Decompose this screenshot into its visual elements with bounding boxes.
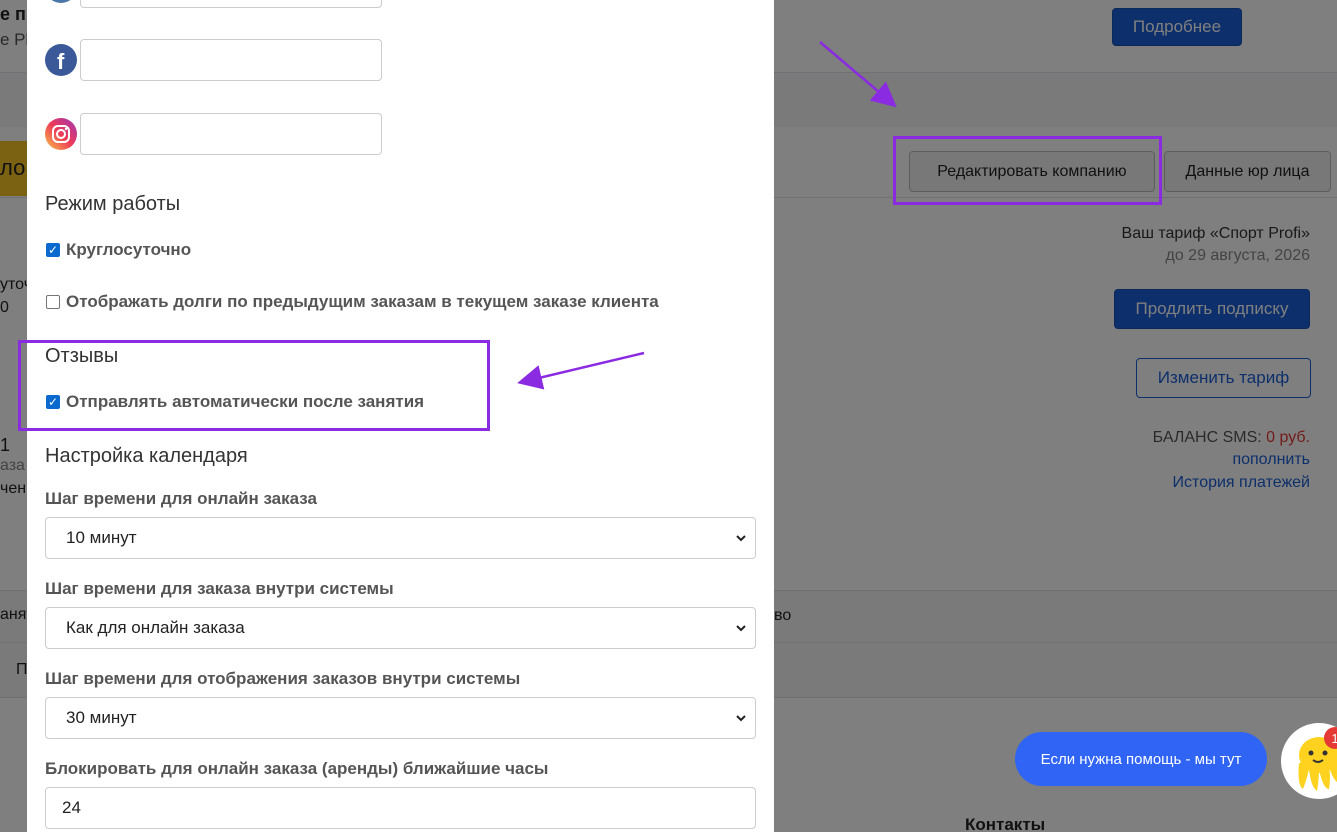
- social-link-input[interactable]: [80, 0, 382, 8]
- calendar-title: Настройка календаря: [45, 445, 248, 467]
- online-step-label: Шаг времени для онлайн заказа: [45, 489, 317, 508]
- block-hours-input[interactable]: 24: [45, 787, 756, 829]
- online-step-select[interactable]: 10 минут: [45, 517, 756, 559]
- show-debts-checkbox[interactable]: [46, 295, 60, 309]
- facebook-icon: f: [45, 44, 77, 76]
- annotation-highlight-edit-company: [893, 136, 1162, 205]
- work-mode-title: Режим работы: [45, 193, 181, 215]
- instagram-link-input[interactable]: [80, 113, 382, 155]
- help-chat-bubble[interactable]: Если нужна помощь - мы тут: [1015, 732, 1267, 786]
- around-the-clock-checkbox[interactable]: ✓: [46, 243, 60, 257]
- internal-step-value: Как для онлайн заказа: [66, 618, 245, 637]
- online-step-value: 10 минут: [66, 528, 137, 547]
- internal-step-select[interactable]: Как для онлайн заказа: [45, 607, 756, 649]
- show-debts-label: Отображать долги по предыдущим заказам в…: [66, 292, 659, 311]
- around-the-clock-row[interactable]: ✓ Круглосуточно: [46, 240, 191, 260]
- internal-step-label: Шаг времени для заказа внутри системы: [45, 579, 394, 598]
- around-the-clock-label: Круглосуточно: [66, 240, 192, 259]
- svg-text:f: f: [57, 49, 65, 74]
- chevron-down-icon: [735, 711, 747, 727]
- annotation-highlight-reviews: [18, 340, 490, 431]
- social-row-vk: [45, 0, 382, 8]
- show-debts-row[interactable]: Отображать долги по предыдущим заказам в…: [46, 292, 659, 312]
- display-step-value: 30 минут: [66, 708, 137, 727]
- instagram-icon: [45, 118, 77, 150]
- facebook-link-input[interactable]: [80, 39, 382, 81]
- block-hours-label: Блокировать для онлайн заказа (аренды) б…: [45, 759, 549, 778]
- display-step-label: Шаг времени для отображения заказов внут…: [45, 669, 521, 688]
- chevron-down-icon: [735, 621, 747, 637]
- social-network-icon: [45, 0, 77, 3]
- display-step-select[interactable]: 30 минут: [45, 697, 756, 739]
- social-row-instagram: [45, 113, 382, 155]
- chevron-down-icon: [735, 531, 747, 547]
- social-row-facebook: f: [45, 39, 382, 81]
- block-hours-value: 24: [62, 798, 81, 817]
